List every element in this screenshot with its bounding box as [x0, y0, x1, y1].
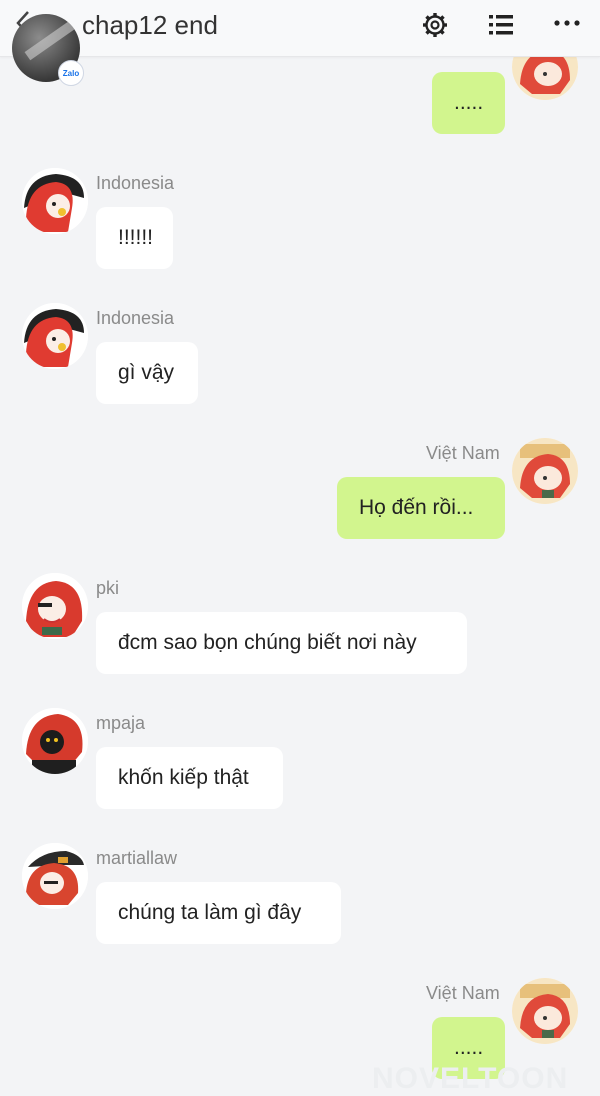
avatar[interactable] — [512, 438, 578, 504]
character-avatar-icon — [22, 843, 88, 909]
avatar[interactable] — [22, 708, 88, 774]
chat-title: chap12 end — [82, 10, 218, 40]
message-bubble[interactable]: !!!!!! — [96, 207, 173, 269]
gear-icon[interactable] — [420, 10, 450, 40]
avatar[interactable] — [22, 168, 88, 234]
character-avatar-icon — [22, 573, 88, 639]
message-bubble[interactable]: Họ đến rồi... — [337, 477, 505, 539]
more-dots-icon[interactable] — [552, 10, 582, 40]
message-bubble[interactable]: khốn kiếp thật — [96, 747, 283, 809]
character-avatar-icon — [512, 978, 578, 1044]
avatar[interactable] — [512, 978, 578, 1044]
zalo-badge-icon: Zalo — [58, 60, 84, 86]
sender-name: mpaja — [96, 713, 146, 733]
sender-name: Việt Nam — [426, 443, 500, 463]
avatar[interactable] — [22, 843, 88, 909]
sender-name: Việt Nam — [426, 983, 500, 1003]
message-bubble[interactable]: ..... — [432, 72, 505, 134]
character-avatar-icon — [22, 708, 88, 774]
sender-name: Indonesia — [96, 173, 175, 193]
sender-name: pki — [96, 578, 120, 598]
group-avatar[interactable]: Zalo — [12, 14, 84, 94]
watermark: NOVELTOON — [372, 1062, 569, 1095]
list-icon[interactable] — [486, 10, 516, 40]
avatar[interactable] — [22, 303, 88, 369]
character-avatar-icon — [22, 168, 88, 234]
sender-name: martiallaw — [96, 848, 178, 868]
message-bubble[interactable]: chúng ta làm gì đây — [96, 882, 341, 944]
character-avatar-icon — [22, 303, 88, 369]
message-bubble[interactable]: đcm sao bọn chúng biết nơi này — [96, 612, 467, 674]
sender-name: Indonesia — [96, 308, 175, 328]
message-bubble[interactable]: gì vậy — [96, 342, 198, 404]
character-avatar-icon — [512, 438, 578, 504]
avatar[interactable] — [22, 573, 88, 639]
top-bar: chap12 end — [0, 0, 600, 57]
